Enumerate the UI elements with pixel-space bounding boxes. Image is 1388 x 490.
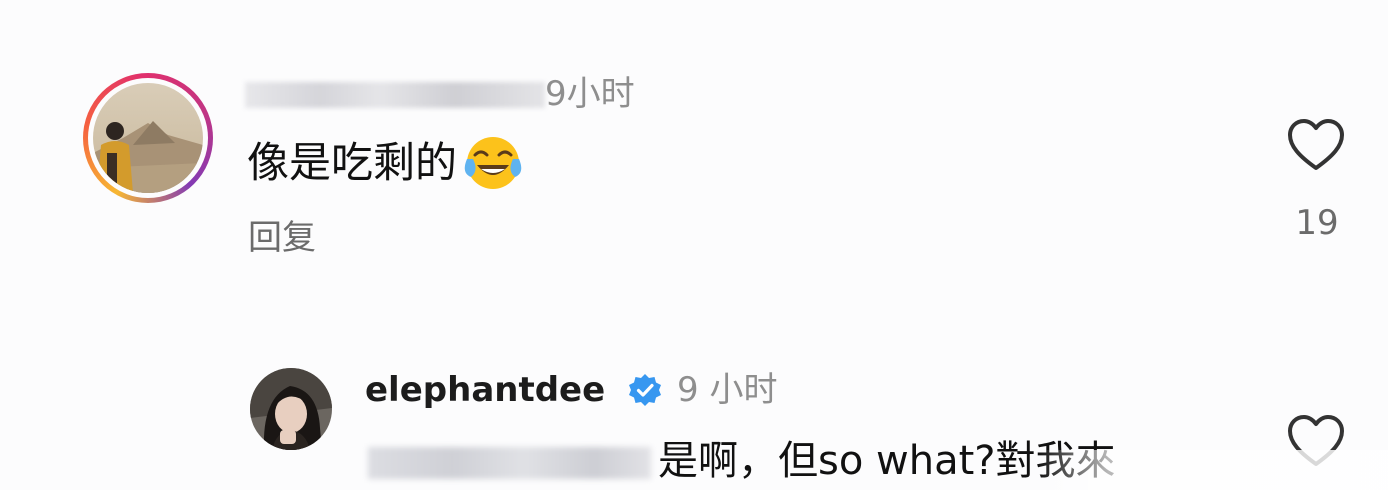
like-heart-icon[interactable] (1287, 118, 1345, 172)
username-redacted[interactable] (245, 82, 545, 108)
avatar-image (250, 368, 332, 450)
reply-button[interactable]: 回复 (248, 215, 316, 261)
avatar-story-ring[interactable] (83, 73, 213, 203)
comment-text-body: 像是吃剩的 (247, 138, 458, 187)
comment-item: 9小时 像是吃剩的 回复 19 (0, 0, 1388, 330)
comment-text: 像是吃剩的 (247, 133, 523, 193)
like-count: 19 (1295, 203, 1339, 243)
comment-timestamp: 9小时 (545, 74, 635, 114)
username[interactable]: elephantdee (365, 368, 605, 412)
comment-item: elephantdee 9 小时 是啊，但so what?對我來 (0, 330, 1388, 490)
comment-timestamp: 9 小时 (677, 370, 778, 410)
mention-redacted[interactable] (368, 447, 651, 479)
face-with-tears-of-joy-icon (464, 137, 522, 189)
avatar[interactable] (93, 83, 203, 193)
watermark-overlay (1038, 450, 1388, 490)
avatar[interactable] (250, 368, 332, 450)
verified-badge-icon (629, 374, 661, 406)
